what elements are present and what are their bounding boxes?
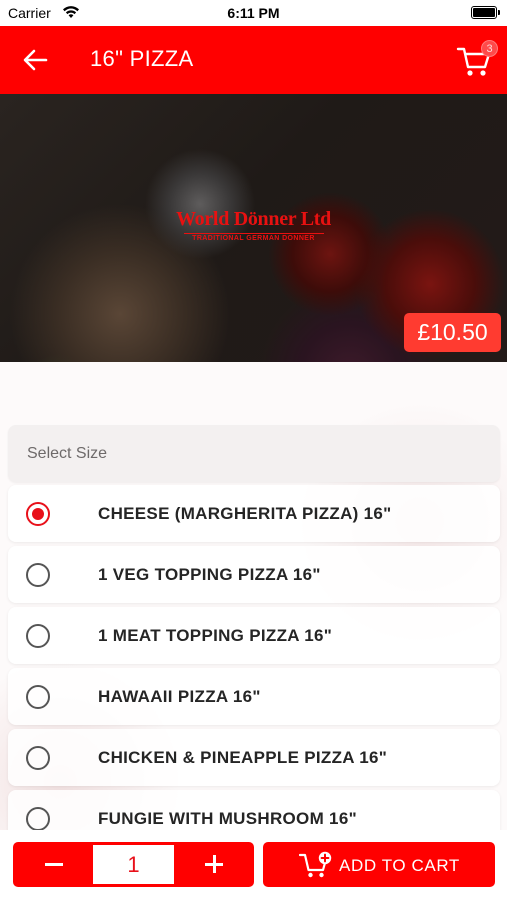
clock: 6:11 PM xyxy=(227,5,280,21)
size-option[interactable]: HAWAAII PIZZA 16" xyxy=(8,668,500,725)
brand-logo: World Dönner Ltd TRADITIONAL GERMAN DONN… xyxy=(0,208,507,242)
bottom-action-bar: ADD TO CART xyxy=(0,830,507,900)
battery-icon xyxy=(471,6,500,19)
size-option-label: HAWAAII PIZZA 16" xyxy=(98,687,261,706)
quantity-field[interactable] xyxy=(93,845,174,884)
radio-button[interactable] xyxy=(26,624,50,648)
size-options-panel: Select Size CHEESE (MARGHERITA PIZZA) 16… xyxy=(0,362,507,830)
radio-button[interactable] xyxy=(26,563,50,587)
radio-button[interactable] xyxy=(26,746,50,770)
page-title: 16" PIZZA xyxy=(90,46,194,71)
size-option-label: 1 MEAT TOPPING PIZZA 16" xyxy=(98,626,333,645)
size-option[interactable]: 1 MEAT TOPPING PIZZA 16" xyxy=(8,607,500,664)
add-to-cart-icon xyxy=(299,851,332,878)
size-option[interactable]: 1 VEG TOPPING PIZZA 16" xyxy=(8,546,500,603)
decrease-quantity-button[interactable] xyxy=(13,842,93,887)
status-bar: Carrier 6:11 PM xyxy=(0,0,507,26)
radio-button[interactable] xyxy=(26,807,50,830)
size-option-label: CHEESE (MARGHERITA PIZZA) 16" xyxy=(98,504,392,523)
product-hero-image: World Dönner Ltd TRADITIONAL GERMAN DONN… xyxy=(0,94,507,362)
select-size-label: Select Size xyxy=(27,445,108,462)
size-option[interactable]: FUNGIE WITH MUSHROOM 16" xyxy=(8,790,500,830)
radio-button[interactable] xyxy=(26,685,50,709)
add-to-cart-label: ADD TO CART xyxy=(339,856,460,875)
quantity-stepper xyxy=(13,842,254,887)
increase-quantity-button[interactable] xyxy=(174,842,254,887)
brand-divider xyxy=(183,233,324,234)
app-header: 16" PIZZA 3 xyxy=(0,26,507,94)
radio-button-selected[interactable] xyxy=(26,502,50,526)
add-to-cart-button[interactable]: ADD TO CART xyxy=(263,842,495,887)
size-option[interactable]: CHEESE (MARGHERITA PIZZA) 16" xyxy=(8,485,500,542)
cart-count-badge: 3 xyxy=(481,40,498,57)
price-badge: £10.50 xyxy=(404,313,501,352)
size-option[interactable]: CHICKEN & PINEAPPLE PIZZA 16" xyxy=(8,729,500,786)
select-size-header: Select Size xyxy=(8,425,500,482)
brand-name: World Dönner Ltd xyxy=(176,208,331,230)
size-option-label: 1 VEG TOPPING PIZZA 16" xyxy=(98,565,321,584)
back-arrow-icon[interactable] xyxy=(22,48,48,72)
brand-tagline: TRADITIONAL GERMAN DONNER xyxy=(192,235,315,242)
size-option-label: FUNGIE WITH MUSHROOM 16" xyxy=(98,809,357,828)
size-option-label: CHICKEN & PINEAPPLE PIZZA 16" xyxy=(98,748,388,767)
